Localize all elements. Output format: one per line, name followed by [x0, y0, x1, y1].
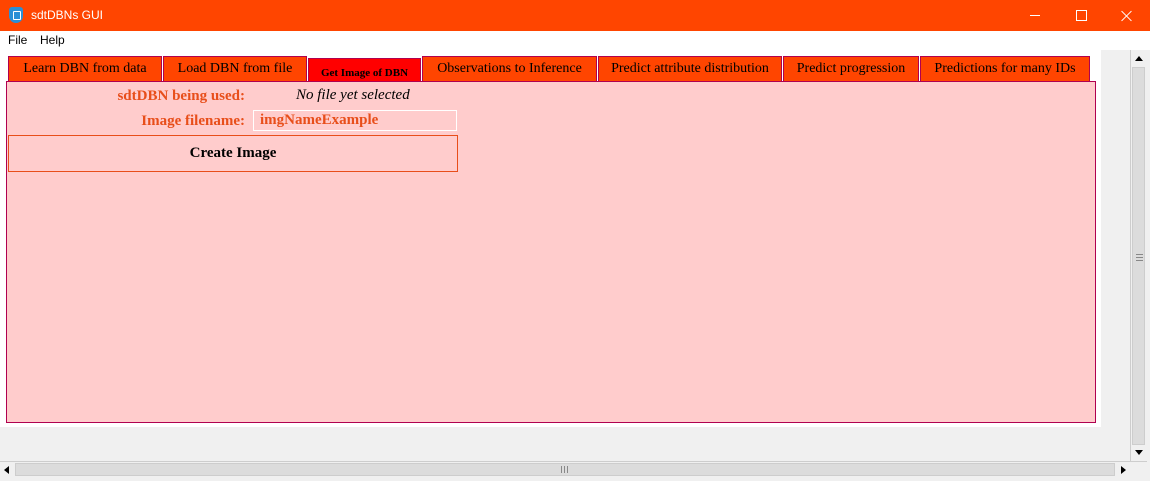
menu-bar: File Help	[0, 31, 1150, 50]
maximize-icon	[1075, 10, 1087, 21]
arrow-up-icon	[1135, 56, 1143, 61]
menu-file[interactable]: File	[8, 33, 27, 47]
tab-load-dbn-from-file[interactable]: Load DBN from file	[163, 56, 307, 81]
tab-panel: sdtDBN being used: No file yet selected …	[6, 81, 1096, 423]
maximize-button[interactable]	[1058, 0, 1104, 31]
scroll-right-button[interactable]	[1116, 463, 1129, 476]
create-image-button[interactable]: Create Image	[8, 135, 458, 172]
close-button[interactable]	[1104, 0, 1150, 31]
scroll-up-button[interactable]	[1131, 52, 1146, 65]
menu-help[interactable]: Help	[40, 33, 65, 47]
vertical-scroll-thumb[interactable]	[1132, 67, 1145, 445]
dbn-label: sdtDBN being used:	[117, 88, 245, 104]
close-icon	[1121, 10, 1133, 22]
grip-icon	[1136, 254, 1143, 261]
image-filename-label: Image filename:	[141, 113, 245, 129]
image-filename-input[interactable]	[253, 110, 457, 131]
tab-observations-to-inference[interactable]: Observations to Inference	[422, 56, 597, 81]
title-bar: sdtDBNs GUI	[0, 0, 1150, 31]
minimize-icon	[1030, 15, 1040, 16]
tab-get-image-of-dbn[interactable]: Get Image of DBN	[308, 58, 421, 82]
scroll-down-button[interactable]	[1131, 446, 1146, 459]
arrow-left-icon	[4, 466, 9, 474]
window-title: sdtDBNs GUI	[31, 8, 104, 22]
scroll-left-button[interactable]	[1, 463, 14, 476]
horizontal-scroll-thumb[interactable]	[15, 463, 1115, 476]
arrow-down-icon	[1135, 450, 1143, 455]
minimize-button[interactable]	[1012, 0, 1058, 31]
arrow-right-icon	[1121, 466, 1126, 474]
scrollbar-corner	[1131, 462, 1147, 478]
dbn-value: No file yet selected	[296, 87, 410, 103]
tab-predict-attribute-distribution[interactable]: Predict attribute distribution	[598, 56, 782, 81]
app-icon	[9, 7, 23, 23]
tab-learn-dbn-from-data[interactable]: Learn DBN from data	[8, 56, 162, 81]
grip-icon	[561, 466, 568, 473]
tab-predictions-for-many-ids[interactable]: Predictions for many IDs	[920, 56, 1090, 81]
tab-predict-progression[interactable]: Predict progression	[783, 56, 919, 81]
